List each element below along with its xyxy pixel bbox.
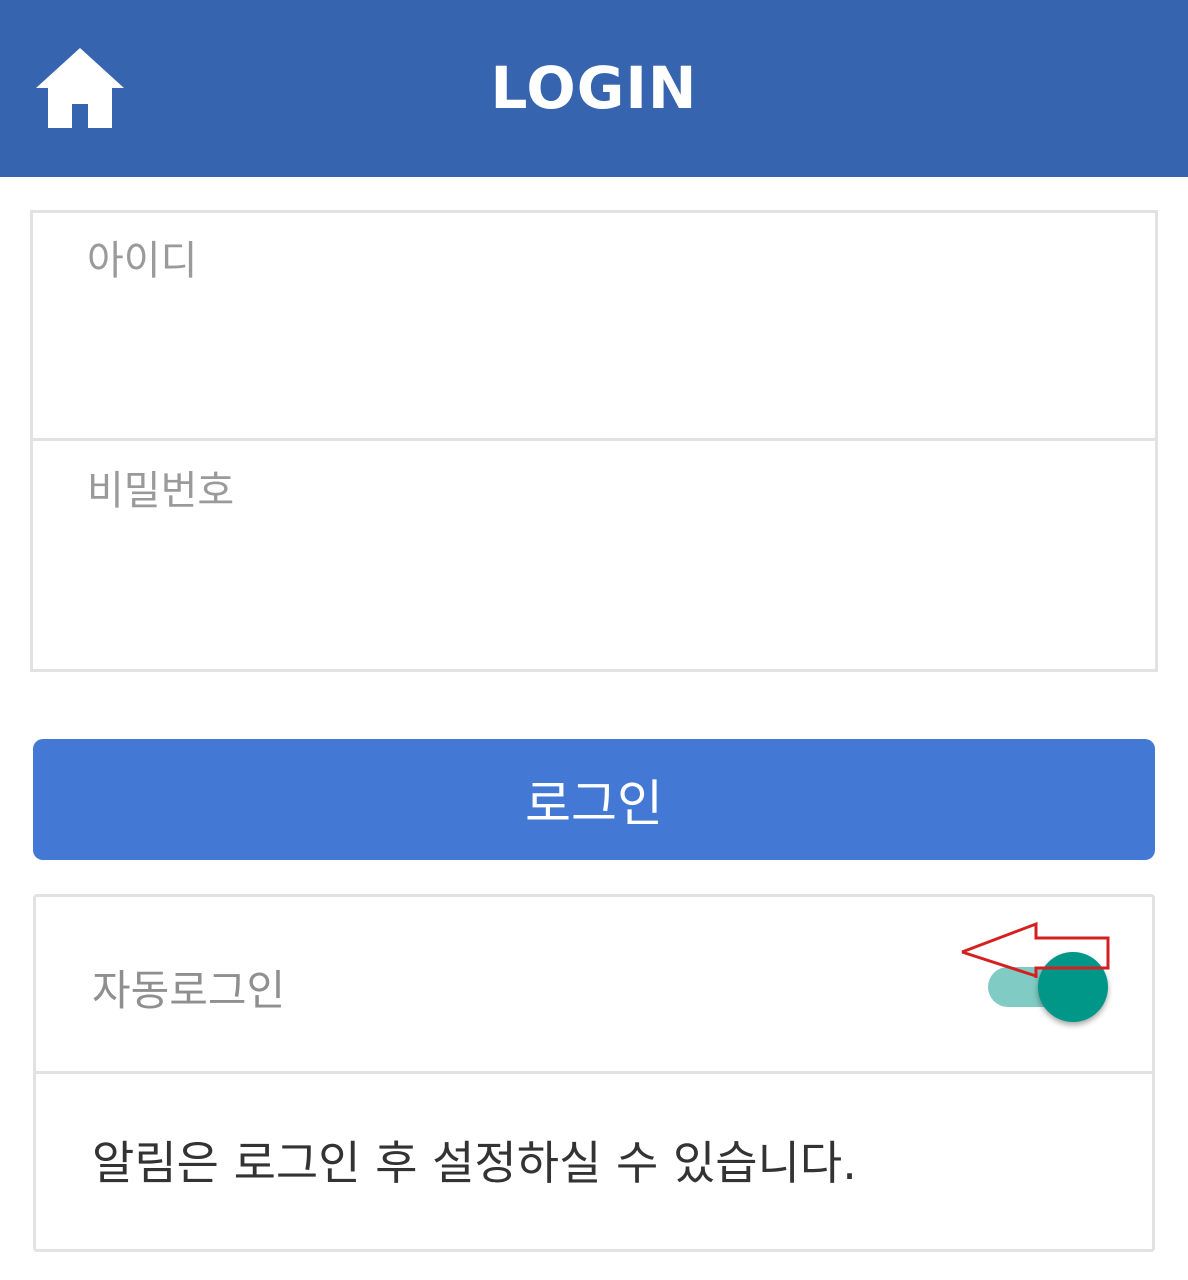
- id-field-container: [33, 213, 1155, 441]
- notice-text: 알림은 로그인 후 설정하실 수 있습니다.: [92, 1136, 857, 1190]
- app-header: LOGIN: [0, 0, 1188, 177]
- password-field-container: [33, 442, 1155, 670]
- login-button[interactable]: 로그인: [33, 739, 1155, 860]
- id-input[interactable]: [33, 213, 1155, 438]
- red-arrow-icon: [961, 921, 1110, 978]
- page-title: LOGIN: [490, 54, 698, 122]
- login-form: [30, 210, 1158, 672]
- password-input[interactable]: [33, 442, 1155, 670]
- auto-login-label: 자동로그인: [92, 966, 286, 1015]
